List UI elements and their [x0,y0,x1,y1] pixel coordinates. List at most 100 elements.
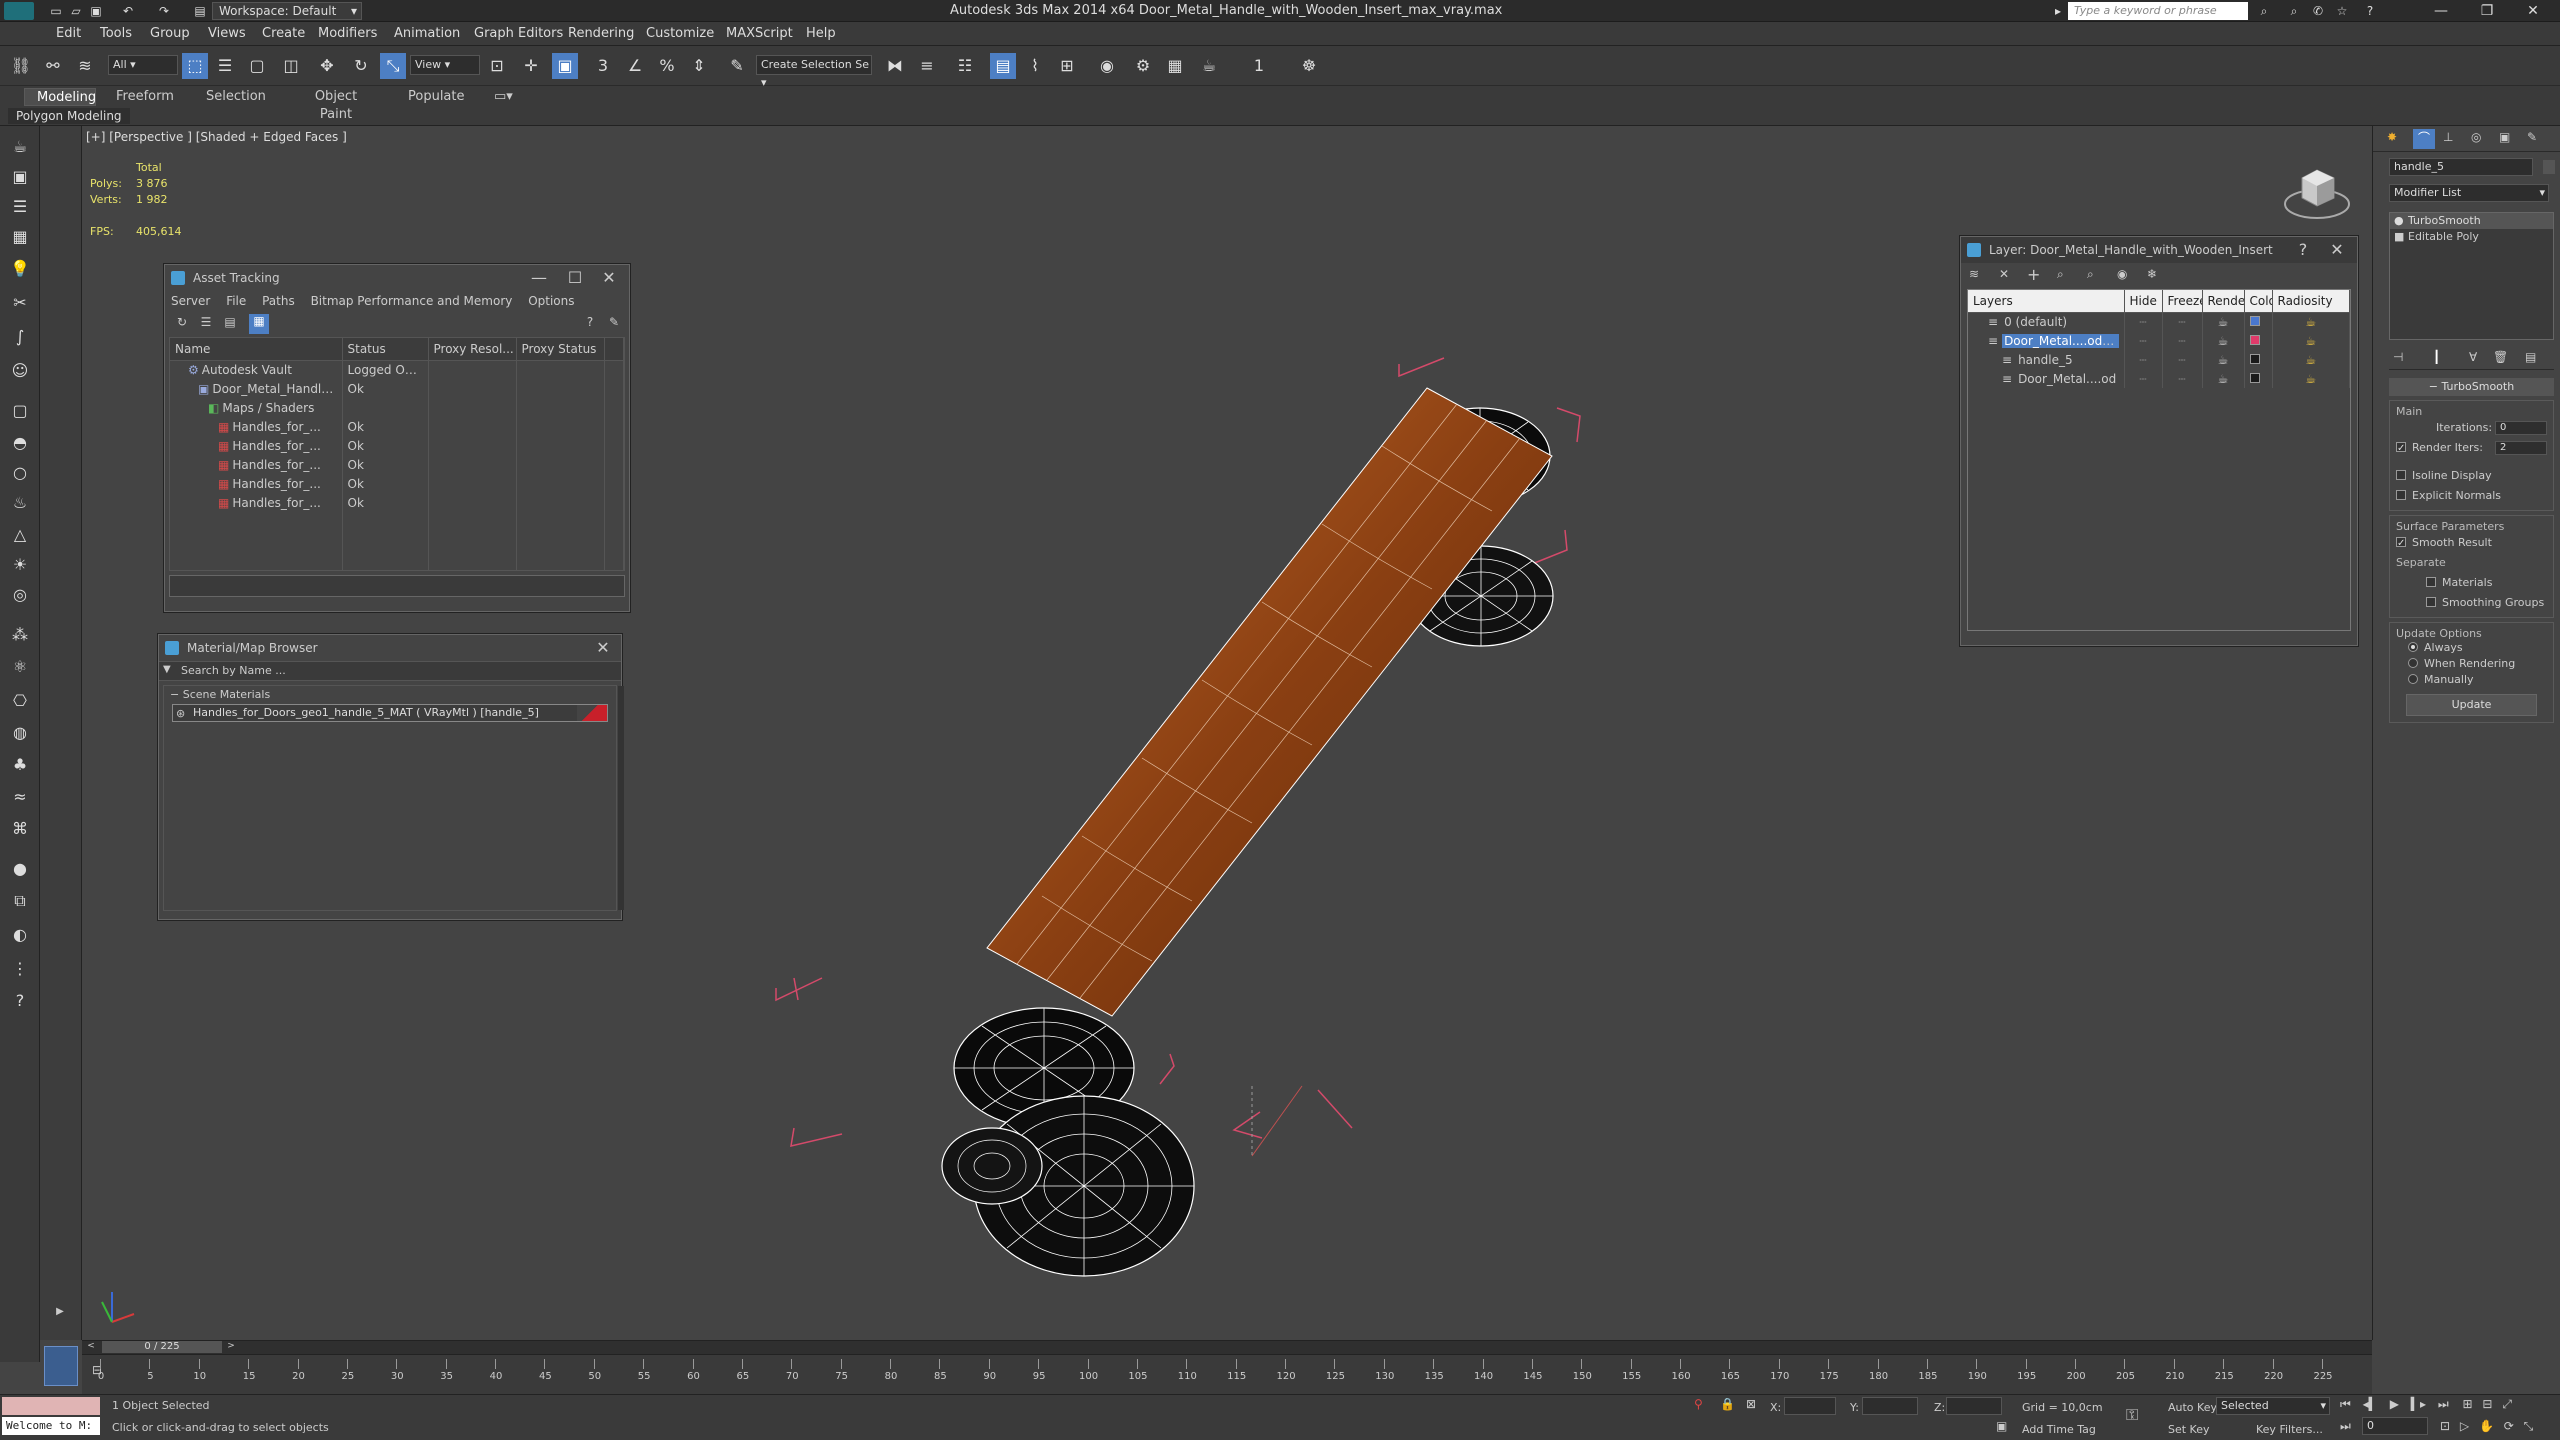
menu-group[interactable]: Group [150,26,190,41]
material-browser-titlebar[interactable]: Material/Map Browser ✕ [159,635,621,661]
time-slider-track[interactable]: < 0 / 225 > [82,1340,2372,1354]
stack-item-editable-poly[interactable]: ■ Editable Poly [2390,229,2553,245]
curve-editor-icon[interactable]: ⌇ [1022,53,1048,79]
menu-create[interactable]: Create [262,26,305,41]
help-search-input[interactable]: Type a keyword or phrase [2068,2,2248,20]
script-icon[interactable]: ⋮ [6,956,34,982]
hierarchy-tab-icon[interactable]: ⊥ [2443,130,2453,144]
search-icon[interactable]: ⌕ [2286,3,2302,19]
search-options-icon[interactable]: ▼ [163,664,171,675]
layer-hide-toggle[interactable]: ┄ [2124,312,2163,331]
mini-listener-button[interactable] [44,1346,78,1386]
camera-icon[interactable]: ⎔ [6,688,34,714]
view-cube[interactable] [2282,158,2352,224]
asset-maximize-button[interactable]: ☐ [561,265,589,291]
material-search-input[interactable]: Search by Name ... [181,664,286,677]
object-color-swatch[interactable] [2542,159,2555,174]
layer-hide-toggle[interactable]: ┄ [2124,331,2163,350]
reference-coordinate-dropdown[interactable]: View ▾ [410,55,480,75]
dynamics-icon[interactable]: ⚛ [6,654,34,680]
utilities-tab-icon[interactable]: ✎ [2527,130,2537,144]
goto-start-icon[interactable]: ⏮ [2340,1397,2351,1411]
menu-rendering[interactable]: Rendering [568,26,634,41]
table-row[interactable]: ▣ Door_Metal_Handle... Ok [170,379,624,398]
material-item[interactable]: ⊛ Handles_for_Doors_geo1_handle_5_MAT ( … [172,704,608,722]
workspace-dropdown[interactable]: Workspace: Default ▾ [212,2,362,20]
tab-object-paint[interactable]: Object Paint [290,88,382,122]
search-arrow-icon[interactable]: ▸ [2050,3,2066,19]
menu-edit[interactable]: Edit [56,26,81,41]
table-row[interactable]: ▦ Handles_for_... Ok [170,474,624,493]
col-status[interactable]: Status [342,338,429,361]
table-row[interactable]: ▦ Handles_for_... Ok [170,455,624,474]
asset-menu-options[interactable]: Options [528,294,574,308]
stack-item-turbosmooth[interactable]: ● TurboSmooth [2390,213,2553,229]
goto-end-icon[interactable]: ⏭ [2438,1397,2449,1411]
layer-color-cell[interactable] [2244,312,2273,331]
highlight-layer-icon[interactable]: ⌕ [2087,267,2094,282]
render-iters-checkbox[interactable] [2396,439,2406,459]
modify-tab-icon[interactable]: ⌒ [2413,129,2435,149]
layer-row[interactable]: ≡ Door_Metal....od ┄ ┄ ☕ ☕ [1968,369,2350,388]
scale-icon[interactable]: ⤡ [380,53,406,79]
asset-menu-paths[interactable]: Paths [262,294,295,308]
bulb-icon[interactable]: 💡 [6,256,34,282]
radiosity-icon[interactable]: ☕ [2272,350,2350,369]
keyboard-shortcut-override-icon[interactable]: ▣ [552,53,578,79]
remove-modifier-icon[interactable]: 🗑 [2493,350,2508,364]
vray-icon[interactable]: ◐ [6,922,34,948]
render-setup-icon[interactable]: ⚙ [1130,53,1156,79]
tree-icon[interactable]: ♣ [6,752,34,778]
auto-key-button[interactable]: Auto Key [2168,1401,2217,1414]
col-render[interactable]: Render [2202,290,2245,313]
maxscript-listener-pink[interactable] [2,1397,100,1415]
asset-menu-bitmap[interactable]: Bitmap Performance and Memory [311,294,513,308]
help-icon[interactable]: ? [2362,3,2378,19]
maxscript-listener-white[interactable]: Welcome to M: [2,1417,100,1435]
lock-icon[interactable]: 🔒 [1720,1397,1735,1411]
always-radio[interactable] [2408,642,2418,652]
col-name[interactable]: Name [170,338,343,361]
key-icon[interactable]: ⚿ [2126,1405,2138,1425]
col-layers[interactable]: Layers [1968,290,2125,313]
schematic-view-icon[interactable]: ⊞ [1054,53,1080,79]
radiosity-icon[interactable]: ☕ [2272,331,2350,350]
key-filters-button[interactable]: Key Filters... [2256,1423,2323,1436]
window-crossing-icon[interactable]: ◫ [278,53,304,79]
graphite-ribbon-icon[interactable]: ▤ [990,53,1016,79]
rendered-frame-window-icon[interactable]: ▦ [1162,53,1188,79]
cone-icon[interactable]: △ [6,522,34,548]
material-icon[interactable]: ● [6,856,34,882]
viewport-label[interactable]: [+] [Perspective ] [Shaded + Edged Faces… [86,130,347,144]
select-manipulate-icon[interactable]: ✛ [518,53,544,79]
scene-materials-group[interactable]: − Scene Materials [164,686,616,704]
bind-space-warp-icon[interactable]: ≋ [72,53,98,79]
z-coordinate-field[interactable] [1946,1397,2002,1415]
layer-color-cell[interactable] [2244,331,2273,350]
col-color[interactable]: Color [2244,290,2273,313]
layer-color-cell[interactable] [2244,369,2273,388]
hide-all-icon[interactable]: ◉ [2117,267,2127,281]
sphere-icon[interactable]: ○ [6,460,34,486]
layer-freeze-toggle[interactable]: ┄ [2162,350,2203,369]
key-mode-toggle-icon[interactable]: ⏭ [2340,1419,2351,1434]
field-of-view-icon[interactable]: ▷ [2460,1419,2469,1433]
make-unique-icon[interactable]: ∀ [2469,350,2477,364]
material-browser-close-button[interactable]: ✕ [589,635,617,661]
delete-layer-icon[interactable]: ✕ [1999,267,2009,281]
edit-named-selection-icon[interactable]: ✎ [724,53,750,79]
layer-freeze-toggle[interactable]: ┄ [2162,369,2203,388]
bulb-on-icon[interactable]: ● [2394,213,2404,229]
render-iters-spinner[interactable]: 2 [2495,441,2547,455]
layer-freeze-toggle[interactable]: ┄ [2162,312,2203,331]
rotate-icon[interactable]: ↻ [348,53,374,79]
tools-icon[interactable]: ✂ [6,290,34,316]
tab-freeform[interactable]: Freeform [104,88,180,106]
undo-icon[interactable]: ↶ [120,3,136,19]
explicit-normals-checkbox[interactable] [2396,490,2406,500]
close-button[interactable]: ✕ [2510,0,2556,22]
teapot-render-icon[interactable]: ☕ [2202,350,2245,369]
select-in-layer-icon[interactable]: ⌕ [2057,267,2064,282]
layers-icon[interactable]: ☰ [6,194,34,220]
tab-selection[interactable]: Selection [194,88,274,106]
